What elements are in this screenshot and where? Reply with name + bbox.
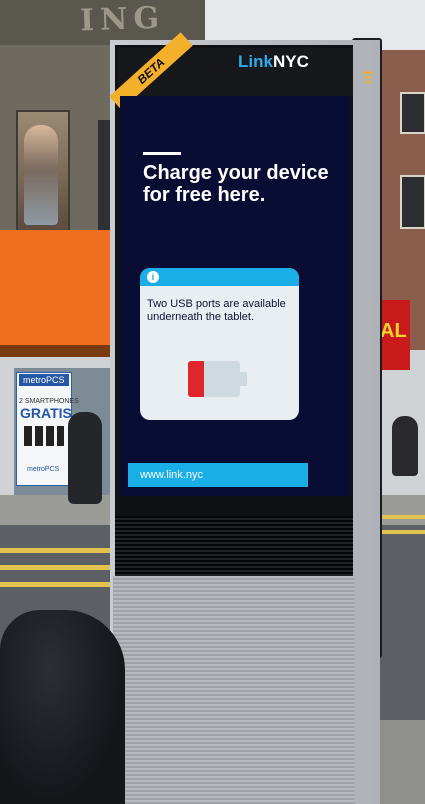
url-link[interactable]: www.link.nyc bbox=[140, 469, 203, 481]
info-text: Two USB ports are available underneath t… bbox=[147, 298, 286, 323]
shelter-ad-phones bbox=[24, 426, 64, 446]
wifi-icon bbox=[362, 71, 374, 84]
pedestrian-with-stroller bbox=[392, 416, 418, 476]
orange-awning bbox=[0, 230, 120, 355]
road-stripe bbox=[0, 548, 120, 553]
road-stripe bbox=[375, 515, 425, 519]
awning-trim bbox=[0, 345, 120, 357]
headline-accent bbox=[143, 152, 181, 155]
shelter-ad-brand: metroPCS bbox=[19, 374, 69, 386]
brand-logo-prefix: Link bbox=[238, 52, 273, 71]
battery-level-fill bbox=[188, 361, 204, 397]
foreground-person bbox=[0, 610, 125, 804]
building-sign: ING bbox=[79, 0, 166, 39]
road-stripe bbox=[0, 565, 120, 570]
speaker-grille bbox=[115, 516, 353, 576]
info-icon: i bbox=[147, 271, 159, 283]
pedestrian bbox=[68, 412, 102, 504]
info-card bbox=[140, 268, 299, 420]
road-stripe bbox=[0, 582, 120, 587]
brand-logo-suffix: NYC bbox=[273, 52, 309, 71]
right-building-window bbox=[400, 92, 425, 134]
kiosk-lower-panel bbox=[113, 576, 355, 804]
road-stripe bbox=[375, 530, 425, 534]
store-sign-text: AL bbox=[380, 320, 407, 342]
shelter-ad-brand-bottom: metroPCS bbox=[27, 466, 60, 473]
shelter-ad-promo: 2 SMARTPHONES bbox=[19, 398, 79, 405]
info-card-header bbox=[140, 268, 299, 286]
right-building-window bbox=[400, 175, 425, 229]
screen-headline: Charge your device for free here. bbox=[143, 162, 329, 206]
shelter-ad-headline: GRATIS bbox=[20, 405, 72, 421]
battery-terminal bbox=[240, 372, 247, 386]
billboard-person bbox=[24, 125, 58, 225]
